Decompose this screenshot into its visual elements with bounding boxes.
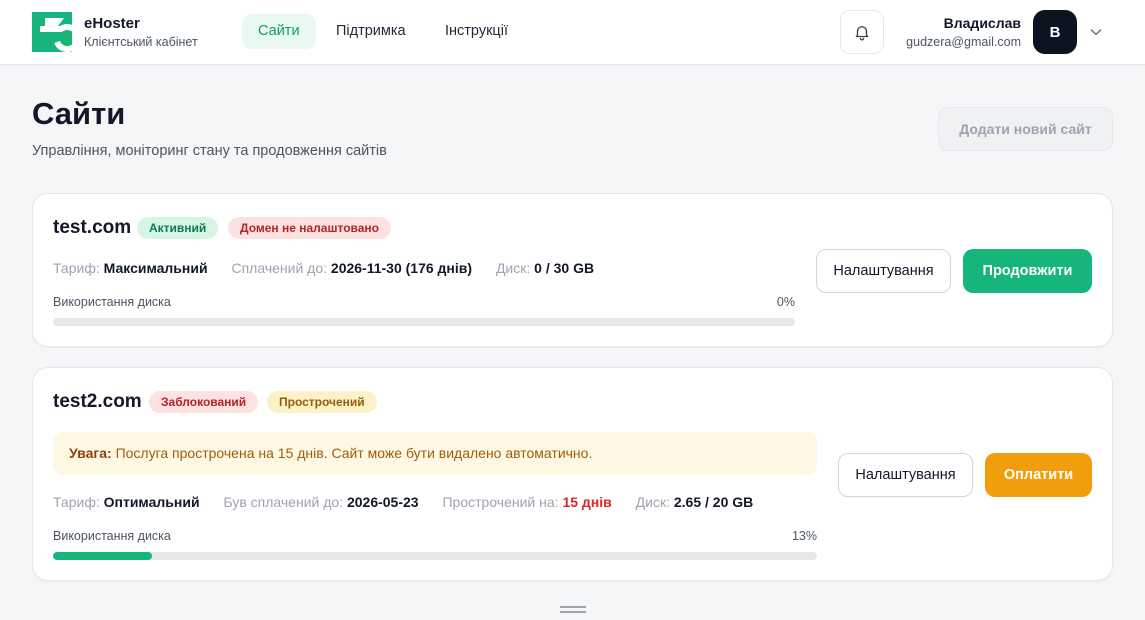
brand-name: eHoster xyxy=(84,15,140,32)
disk-label: Диск: xyxy=(635,494,670,510)
nav-item-sites[interactable]: Сайти xyxy=(242,14,316,49)
disk-value: 0 / 30 GB xyxy=(534,260,595,276)
avatar[interactable]: В xyxy=(1033,10,1077,54)
tariff-value: Оптимальний xyxy=(103,494,200,510)
tariff-label: Тариф: xyxy=(53,260,100,276)
tariff-value: Максимальний xyxy=(103,260,208,276)
status-badge-domain: Домен не налаштовано xyxy=(228,217,391,239)
chevron-down-icon[interactable] xyxy=(1088,24,1104,40)
pay-button[interactable]: Оплатити xyxy=(985,453,1092,497)
site-domain[interactable]: test2.com xyxy=(53,391,142,413)
disk-usage-bar xyxy=(53,552,817,560)
overdue-value: 15 днів xyxy=(562,494,612,510)
brand-subtitle: Клієнтський кабінет xyxy=(84,35,198,49)
add-site-button[interactable]: Додати новий сайт xyxy=(938,107,1113,151)
disk-usage-label: Використання диска xyxy=(53,529,171,543)
warning-text: Послуга прострочена на 15 днів. Сайт мож… xyxy=(115,445,593,461)
warning-title: Увага: xyxy=(69,445,112,461)
paid-until-value: 2026-11-30 (176 днів) xyxy=(330,260,473,276)
notifications-button[interactable] xyxy=(840,10,884,54)
disk-usage-bar xyxy=(53,318,795,326)
tariff-label: Тариф: xyxy=(53,494,100,510)
site-card: test.com Активний Домен не налаштовано Т… xyxy=(32,193,1113,347)
site-meta: Тариф: Оптимальний Був сплачений до: 202… xyxy=(53,494,753,510)
user-name: Владислав xyxy=(943,15,1021,31)
disk-usage-percent: 13% xyxy=(791,529,817,543)
user-email: gudzera@gmail.com xyxy=(906,35,1021,49)
paid-until-label: Сплачений до: xyxy=(231,260,328,276)
nav-item-instructions[interactable]: Інструкції xyxy=(429,14,524,49)
disk-usage-label: Використання диска xyxy=(53,295,171,309)
top-bar: eHoster Клієнтський кабінет Сайти Підтри… xyxy=(0,0,1145,65)
ehoster-logo-icon[interactable] xyxy=(32,12,72,52)
settings-button[interactable]: Налаштування xyxy=(816,249,951,293)
nav-item-support[interactable]: Підтримка xyxy=(320,14,422,49)
page-subtitle: Управління, моніторинг стану та продовже… xyxy=(32,143,387,159)
settings-button[interactable]: Налаштування xyxy=(838,453,973,497)
status-badge-active: Активний xyxy=(137,217,219,239)
renew-button[interactable]: Продовжити xyxy=(963,249,1092,293)
disk-value: 2.65 / 20 GB xyxy=(673,494,754,510)
disk-label: Диск: xyxy=(495,260,531,276)
paid-until-label: Був сплачений до: xyxy=(223,494,344,510)
overdue-label: Прострочений на: xyxy=(442,494,559,510)
bell-icon xyxy=(855,26,869,41)
site-domain[interactable]: test.com xyxy=(53,217,131,239)
paid-until-value: 2026-05-23 xyxy=(346,494,419,510)
disk-usage-percent: 0% xyxy=(776,295,795,309)
site-meta: Тариф: Максимальний Сплачений до: 2026-1… xyxy=(53,260,594,276)
status-badge-blocked: Заблокований xyxy=(149,391,259,413)
status-badge-expired: Прострочений xyxy=(267,391,377,413)
page-title: Сайти xyxy=(32,96,126,131)
drag-handle-icon[interactable] xyxy=(560,606,586,613)
disk-usage-fill xyxy=(53,552,153,560)
site-card: test2.com Заблокований Прострочений Уваг… xyxy=(32,367,1113,581)
warning-banner: Увага: Послуга прострочена на 15 днів. С… xyxy=(53,432,817,475)
